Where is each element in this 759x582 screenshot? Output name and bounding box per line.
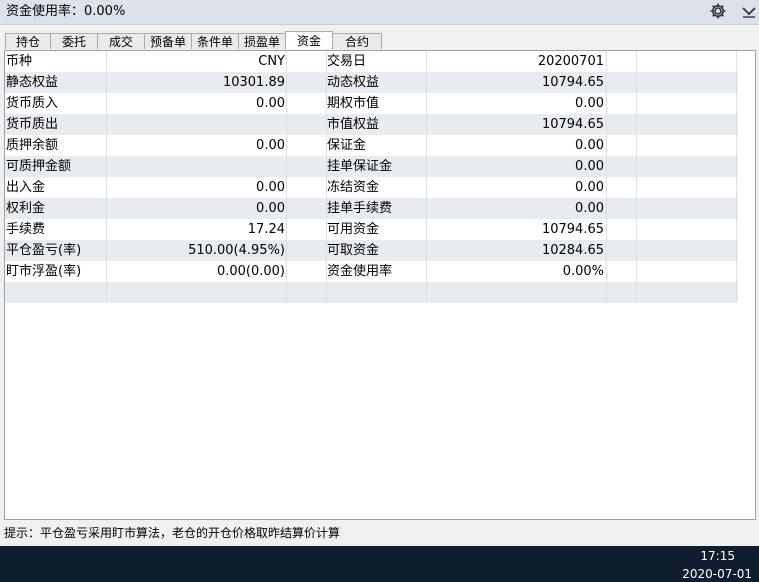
value-cell: 0.00 — [575, 180, 604, 195]
value-cell — [107, 114, 285, 135]
tab-orders[interactable]: 委托 — [50, 33, 98, 49]
tab-prepared-orders[interactable]: 预备单 — [144, 33, 192, 49]
table-row[interactable]: 货币质入 0.00 期权市值 0.00 — [5, 93, 738, 114]
label-cell: 动态权益 — [327, 75, 380, 90]
value-cell — [107, 156, 285, 177]
taskbar: 17:15 2020-07-01 — [0, 546, 759, 582]
label-cell: 币种 — [6, 54, 33, 69]
label-cell: 盯市浮盈(率) — [6, 264, 82, 279]
tab-trades[interactable]: 成交 — [97, 33, 145, 49]
value-cell: 0.00 — [575, 159, 604, 174]
label-cell: 冻结资金 — [327, 180, 380, 195]
value-cell: 0.00 — [256, 180, 285, 195]
label-cell — [327, 282, 425, 303]
label-cell: 静态权益 — [6, 75, 59, 90]
table-row[interactable]: 静态权益 10301.89 动态权益 10794.65 — [5, 72, 738, 93]
value-cell: 0.00(0.00) — [216, 264, 285, 279]
label-cell — [6, 282, 106, 303]
label-cell: 挂单手续费 — [327, 201, 393, 216]
table-row[interactable]: 可质押金额 挂单保证金 0.00 — [5, 156, 738, 177]
tab-contracts[interactable]: 合约 — [332, 33, 382, 49]
label-cell: 手续费 — [6, 222, 46, 237]
label-cell: 保证金 — [327, 138, 367, 153]
top-bar: 资金使用率：0.00% — [0, 0, 759, 25]
label-cell: 期权市值 — [327, 96, 380, 111]
value-cell — [107, 282, 285, 303]
label-cell: 可取资金 — [327, 243, 380, 258]
value-cell: CNY — [258, 54, 285, 69]
label-cell: 权利金 — [6, 201, 46, 216]
tab-stop-orders[interactable]: 损盈单 — [238, 33, 286, 49]
status-bar: 提示：平仓盈亏采用盯市算法，老仓的开仓价格取昨结算价计算 — [0, 522, 759, 544]
taskbar-date[interactable]: 2020-07-01 — [682, 566, 752, 582]
label-cell: 可用资金 — [327, 222, 380, 237]
column-divider — [106, 51, 107, 303]
label-cell: 出入金 — [6, 180, 46, 195]
column-divider — [606, 51, 607, 303]
table-row[interactable]: 平仓盈亏(率) 510.00(4.95%) 可取资金 10284.65 — [5, 240, 738, 261]
chevron-down-icon[interactable] — [741, 2, 757, 20]
value-cell: 0.00 — [575, 96, 604, 111]
label-cell: 平仓盈亏(率) — [6, 243, 82, 258]
table-row[interactable] — [5, 282, 738, 303]
label-cell: 可质押金额 — [6, 159, 72, 174]
tab-conditional-orders[interactable]: 条件单 — [191, 33, 239, 49]
label-cell: 资金使用率 — [327, 264, 393, 279]
value-cell: 0.00% — [562, 264, 604, 279]
label-cell: 市值权益 — [327, 117, 380, 132]
column-divider — [286, 51, 287, 303]
table-row[interactable]: 货币质出 市值权益 10794.65 — [5, 114, 738, 135]
fund-usage-title: 资金使用率：0.00% — [6, 4, 126, 19]
value-cell: 0.00 — [256, 138, 285, 153]
label-cell: 质押余额 — [6, 138, 59, 153]
column-divider — [636, 51, 637, 303]
label-cell: 货币质出 — [6, 117, 59, 132]
tab-funds[interactable]: 资金 — [285, 31, 333, 49]
gear-icon[interactable] — [709, 2, 727, 20]
value-cell: 10794.65 — [541, 222, 604, 237]
column-divider — [326, 51, 327, 303]
table-row[interactable]: 盯市浮盈(率) 0.00(0.00) 资金使用率 0.00% — [5, 261, 738, 282]
value-cell: 10794.65 — [541, 75, 604, 90]
table-row[interactable]: 质押余额 0.00 保证金 0.00 — [5, 135, 738, 156]
label-cell: 交易日 — [327, 54, 367, 69]
label-cell: 货币质入 — [6, 96, 59, 111]
table-row[interactable]: 币种 CNY 交易日 20200701 — [5, 51, 738, 72]
value-cell: 0.00 — [256, 201, 285, 216]
taskbar-time[interactable]: 17:15 — [700, 548, 735, 564]
value-cell: 0.00 — [256, 96, 285, 111]
column-divider — [736, 51, 737, 303]
value-cell: 20200701 — [537, 54, 604, 69]
tab-bar: 持仓 委托 成交 预备单 条件单 损盈单 资金 合约 — [5, 31, 382, 50]
column-divider — [426, 51, 427, 303]
table-row[interactable]: 手续费 17.24 可用资金 10794.65 — [5, 219, 738, 240]
value-cell: 0.00 — [575, 138, 604, 153]
value-cell: 0.00 — [575, 201, 604, 216]
value-cell: 10794.65 — [541, 117, 604, 132]
value-cell — [426, 282, 604, 303]
table-row[interactable]: 权利金 0.00 挂单手续费 0.00 — [5, 198, 738, 219]
value-cell: 510.00(4.95%) — [188, 243, 285, 258]
value-cell: 17.24 — [247, 222, 285, 237]
funds-panel: 币种 CNY 交易日 20200701 静态权益 10301.89 动态权益 10794.65… — [4, 50, 756, 520]
status-hint: 提示：平仓盈亏采用盯市算法，老仓的开仓价格取昨结算价计算 — [4, 526, 341, 540]
value-cell: 10301.89 — [222, 75, 285, 90]
tab-positions[interactable]: 持仓 — [5, 33, 51, 49]
table-row[interactable]: 出入金 0.00 冻结资金 0.00 — [5, 177, 738, 198]
label-cell: 挂单保证金 — [327, 159, 393, 174]
value-cell: 10284.65 — [541, 243, 604, 258]
